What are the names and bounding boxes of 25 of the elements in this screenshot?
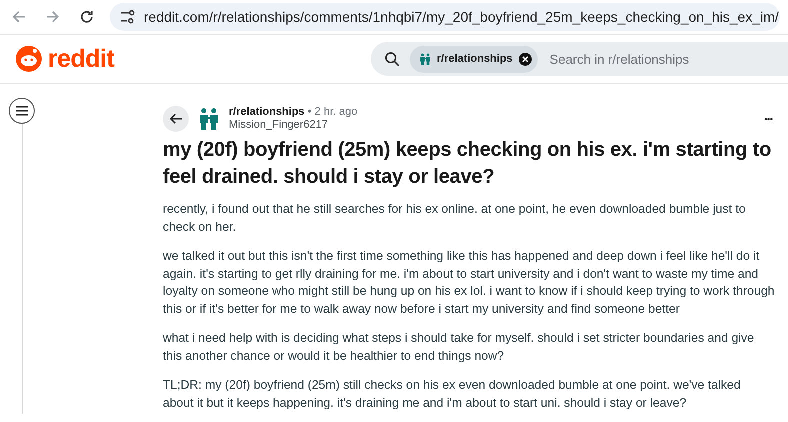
- search-icon: [385, 52, 400, 66]
- people-icon: [420, 52, 431, 66]
- reload-icon[interactable]: [80, 10, 94, 24]
- menu-button[interactable]: [9, 98, 35, 124]
- snoo-icon: [15, 45, 43, 73]
- menu-icon: [16, 106, 28, 116]
- community-chip[interactable]: r/relationships: [410, 46, 538, 72]
- post-paragraph: TL;DR: my (20f) boyfriend (25m) still checks on his ex even downloaded bumble at one point. we've talked about it but it keeps happening. it's draining me and i'm about to start uni. should i stay or leave?: [163, 377, 742, 412]
- arrow-icon: [169, 113, 183, 125]
- close-icon[interactable]: [518, 52, 532, 66]
- more-options-button[interactable]: •••: [762, 114, 775, 124]
- author-link[interactable]: Mission_Finger6217: [229, 119, 358, 132]
- back-icon[interactable]: [12, 10, 26, 24]
- separator-dot: •: [308, 106, 312, 118]
- subreddit-link[interactable]: r/relationships: [229, 106, 305, 118]
- post-paragraph: recently, i found out that he still searches for his ex online. at one point, he even downloaded bumble just to check on her.: [163, 201, 747, 236]
- post-paragraph: what i need help with is deciding what steps i should take for myself. should i set stricter boundaries and give this another chance or would it be healthier to end things now?: [163, 330, 756, 364]
- people-icon: [199, 108, 219, 130]
- back-button[interactable]: [163, 106, 189, 132]
- post-title: my (20f) boyfriend (25m) keeps checking on his ex. i'm starting to feel drained. should i stay or leave?: [163, 138, 772, 190]
- post-time: 2 hr. ago: [314, 106, 358, 118]
- site-settings-icon[interactable]: [120, 10, 136, 24]
- forward-icon[interactable]: [46, 10, 60, 24]
- post-paragraph: we talked it out but this isn't the first time something like this has happened and deep down i feel like he'll do it again. it's starting to get rlly draining for me. i'm about to start university and i don't want to waste my time and loyalty on someone who might still be hung up on his ex lol. i want to know if i should keep trying to work through this or if it's better for me to walk away now before i start my university and find someone better: [163, 248, 775, 318]
- search-field[interactable]: r/relationships Search in r/relationships: [371, 42, 788, 76]
